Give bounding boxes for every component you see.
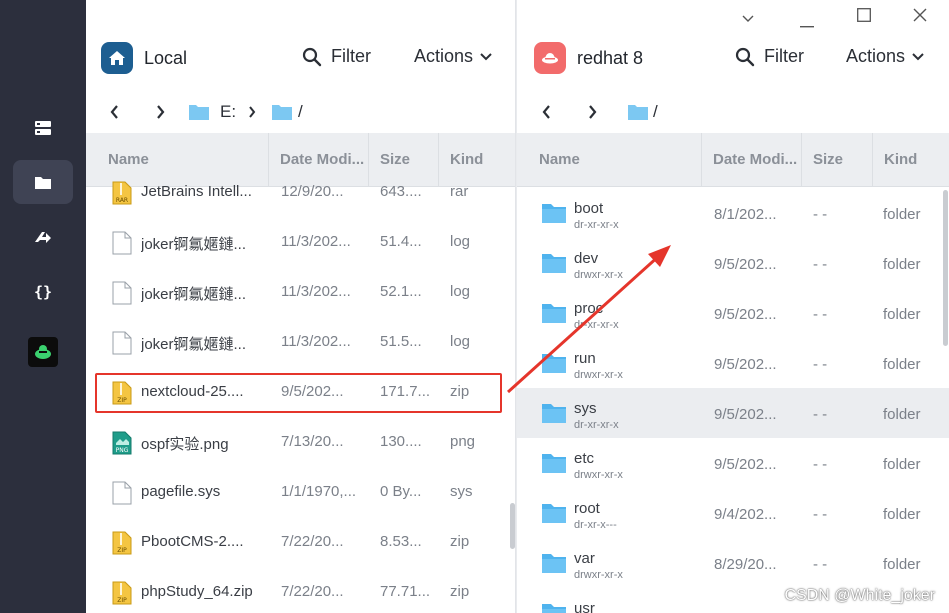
watermark-text: CSDN @White_joker xyxy=(784,587,936,604)
annotation-arrow xyxy=(506,245,671,394)
